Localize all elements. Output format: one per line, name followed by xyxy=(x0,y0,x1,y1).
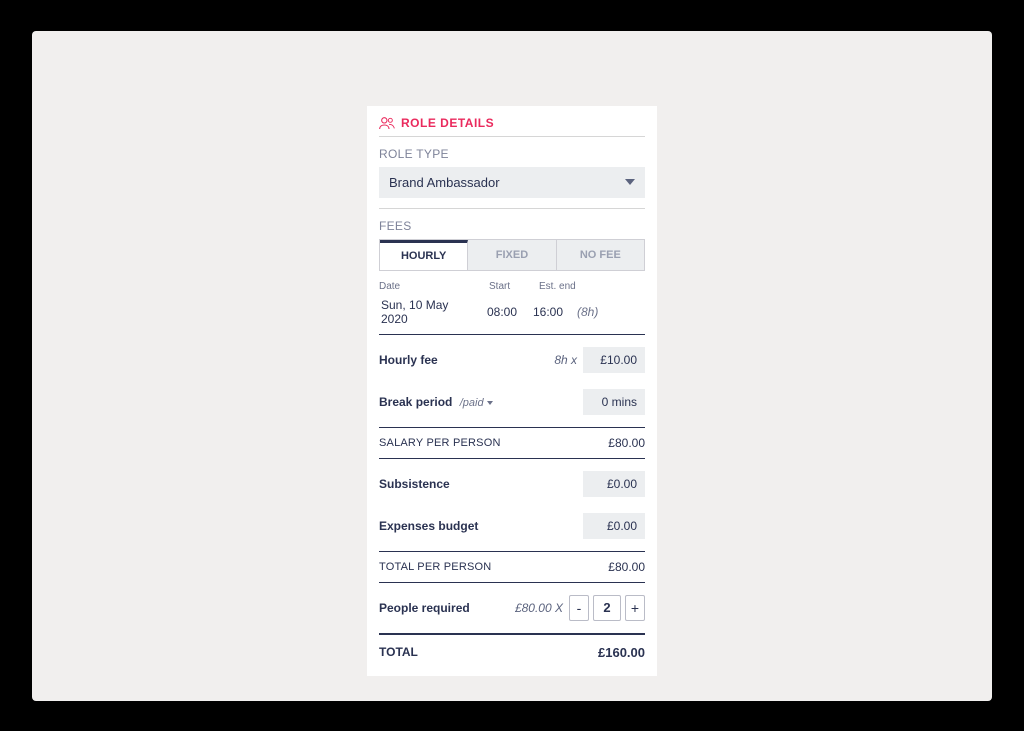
start-header: Start xyxy=(489,281,529,292)
total-pp-label: TOTAL PER PERSON xyxy=(379,561,491,573)
break-period-label: Break period xyxy=(379,395,452,409)
divider xyxy=(379,458,645,459)
chevron-down-icon xyxy=(487,401,493,405)
tab-fixed[interactable]: FIXED xyxy=(468,240,556,270)
total-value: £160.00 xyxy=(598,645,645,660)
hourly-fee-label: Hourly fee xyxy=(379,353,438,367)
people-required-row: People required £80.00 X - 2 + xyxy=(379,587,645,629)
people-required-label: People required xyxy=(379,601,470,615)
start-time-input[interactable]: 08:00 xyxy=(485,301,525,323)
people-decrement-button[interactable]: - xyxy=(569,595,589,621)
subsistence-label: Subsistence xyxy=(379,477,450,491)
tab-no-fee[interactable]: NO FEE xyxy=(557,240,644,270)
panel-title: ROLE DETAILS xyxy=(401,116,494,130)
total-row: TOTAL £160.00 xyxy=(379,639,645,666)
people-stepper: - 2 + xyxy=(569,595,645,621)
date-input[interactable]: Sun, 10 May 2020 xyxy=(379,294,479,330)
role-details-panel: ROLE DETAILS ROLE TYPE Brand Ambassador … xyxy=(367,106,657,676)
divider xyxy=(379,633,645,635)
total-label: TOTAL xyxy=(379,645,418,659)
expenses-row: Expenses budget £0.00 xyxy=(379,505,645,547)
role-type-value: Brand Ambassador xyxy=(389,175,500,190)
break-paid-toggle[interactable]: /paid xyxy=(460,397,493,409)
divider xyxy=(379,427,645,428)
people-unit-price: £80.00 X xyxy=(515,601,563,615)
subsistence-row: Subsistence £0.00 xyxy=(379,463,645,505)
expenses-input[interactable]: £0.00 xyxy=(583,513,645,539)
salary-pp-label: SALARY PER PERSON xyxy=(379,437,501,449)
end-header: Est. end xyxy=(539,281,579,292)
role-type-select[interactable]: Brand Ambassador xyxy=(379,167,645,198)
end-time-input[interactable]: 16:00 xyxy=(531,301,571,323)
people-icon xyxy=(379,116,395,130)
divider xyxy=(379,334,645,335)
subsistence-input[interactable]: £0.00 xyxy=(583,471,645,497)
panel-header: ROLE DETAILS xyxy=(379,116,645,137)
schedule-values: Sun, 10 May 2020 08:00 16:00 (8h) xyxy=(379,294,645,330)
hourly-fee-mult: 8h x xyxy=(554,353,577,367)
salary-pp-value: £80.00 xyxy=(583,436,645,450)
role-type-label: ROLE TYPE xyxy=(379,147,645,161)
break-paid-text: /paid xyxy=(460,397,484,409)
schedule-headers: Date Start Est. end xyxy=(379,281,645,292)
break-period-input[interactable]: 0 mins xyxy=(583,389,645,415)
hourly-fee-input[interactable]: £10.00 xyxy=(583,347,645,373)
total-pp-value: £80.00 xyxy=(583,560,645,574)
app-frame: ROLE DETAILS ROLE TYPE Brand Ambassador … xyxy=(32,31,992,701)
expenses-label: Expenses budget xyxy=(379,519,478,533)
divider xyxy=(379,551,645,552)
fee-tabs: HOURLY FIXED NO FEE xyxy=(379,239,645,271)
hourly-fee-row: Hourly fee 8h x £10.00 xyxy=(379,339,645,381)
total-pp-row: TOTAL PER PERSON £80.00 xyxy=(379,556,645,578)
duration-text: (8h) xyxy=(577,305,598,319)
divider xyxy=(379,582,645,583)
salary-pp-row: SALARY PER PERSON £80.00 xyxy=(379,432,645,454)
date-header: Date xyxy=(379,281,479,292)
tab-hourly[interactable]: HOURLY xyxy=(380,240,468,270)
people-count[interactable]: 2 xyxy=(593,595,621,621)
divider xyxy=(379,208,645,209)
break-period-row: Break period /paid 0 mins xyxy=(379,381,645,423)
chevron-down-icon xyxy=(625,179,635,185)
people-increment-button[interactable]: + xyxy=(625,595,645,621)
fees-label: FEES xyxy=(379,219,645,233)
